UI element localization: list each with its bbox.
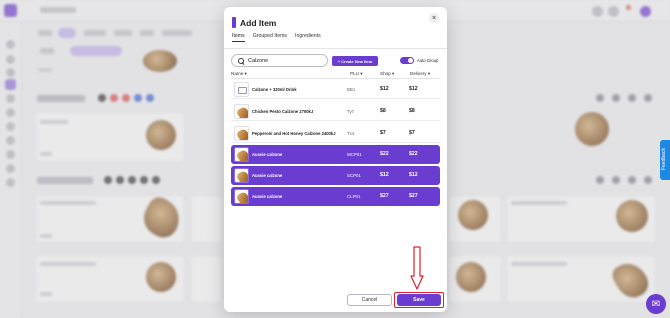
table-row-selected[interactable]: Aussie calzone CLP01 $27 $27 [231, 187, 440, 206]
item-plu: Tx4 [347, 131, 355, 136]
item-name: Aussie calzone [252, 173, 283, 178]
modal-header: Add Item [232, 17, 276, 28]
item-shop-price: $22 [380, 151, 389, 157]
item-shop-price: $27 [380, 193, 389, 199]
item-plu: Ty7 [347, 109, 355, 114]
tab-ingredients[interactable]: Ingredients [295, 33, 321, 42]
chat-icon: ✉ [651, 298, 661, 310]
column-header-plu[interactable]: PLU ▾ [350, 71, 363, 77]
item-shop-price: $7 [380, 130, 386, 136]
create-new-item-button[interactable]: + Create New Item [332, 56, 378, 66]
combo-icon [238, 87, 247, 94]
item-delivery-price: $8 [409, 108, 415, 114]
search-icon [238, 57, 244, 64]
item-name: Aussie calzone [252, 194, 283, 199]
item-plu: MCP01 [347, 152, 362, 157]
item-delivery-price: $7 [409, 130, 415, 136]
close-icon: × [431, 14, 437, 22]
item-delivery-price: $27 [409, 193, 418, 199]
chat-button[interactable]: ✉ [646, 294, 666, 314]
table-row[interactable]: Chicken Pesto Calzone 2700kJ Ty7 $8 $8 [231, 102, 440, 121]
toggle-knob [408, 58, 413, 63]
cancel-button[interactable]: Cancel [347, 294, 392, 306]
auto-group-toggle[interactable] [400, 57, 414, 64]
item-delivery-price: $12 [409, 172, 418, 178]
item-delivery-price: $22 [409, 151, 418, 157]
arrow-down-annotation [410, 246, 424, 290]
item-plu: BB1 [347, 87, 356, 92]
modal-tabs: Items Grouped Items Ingredients [232, 33, 321, 42]
search-box[interactable] [231, 54, 328, 67]
modal-title: Add Item [240, 17, 277, 28]
item-thumbnail [234, 82, 249, 97]
close-button[interactable]: × [429, 13, 439, 23]
column-name-label: Name [231, 71, 244, 76]
header-divider [231, 78, 440, 79]
table-row-selected[interactable]: Aussie calzone SCP01 $12 $12 [231, 166, 440, 185]
tab-items[interactable]: Items [232, 33, 245, 42]
item-name: Aussie calzone [252, 152, 283, 157]
item-plu: CLP01 [347, 194, 361, 199]
item-thumbnail [234, 168, 249, 183]
item-thumbnail [234, 104, 249, 119]
item-thumbnail [234, 147, 249, 162]
item-shop-price: $12 [380, 86, 389, 92]
title-accent-bar [232, 17, 236, 28]
item-name: Calzone + 330ml Drink [252, 87, 297, 92]
column-header-name[interactable]: Name ▾ [231, 71, 247, 77]
tab-grouped-items[interactable]: Grouped Items [253, 33, 287, 42]
table-row[interactable]: Calzone + 330ml Drink BB1 $12 $12 [231, 80, 440, 99]
table-row-selected[interactable]: Aussie calzone MCP01 $22 $22 [231, 145, 440, 164]
table-row[interactable]: Pepperoni and Hot Honey Calzone 2400kJ T… [231, 124, 440, 143]
column-delivery-label: Delivery [410, 71, 427, 76]
item-name: Pepperoni and Hot Honey Calzone 2400kJ [252, 131, 336, 136]
item-plu: SCP01 [347, 173, 361, 178]
column-header-delivery[interactable]: Delivery ▾ [410, 71, 430, 77]
save-button[interactable]: Save [397, 294, 441, 306]
feedback-tab[interactable]: Feedback [660, 140, 670, 180]
item-delivery-price: $12 [409, 86, 418, 92]
column-plu-label: PLU [350, 71, 359, 76]
item-thumbnail [234, 126, 249, 141]
tabs-divider [224, 48, 447, 49]
item-thumbnail [234, 189, 249, 204]
column-shop-label: Shop [380, 71, 391, 76]
search-input[interactable] [248, 57, 318, 64]
item-shop-price: $12 [380, 172, 389, 178]
item-name: Chicken Pesto Calzone 2700kJ [252, 109, 314, 114]
column-header-shop[interactable]: Shop ▾ [380, 71, 394, 77]
auto-group-label: Auto Group [417, 58, 439, 63]
feedback-label: Feedback [661, 148, 667, 170]
item-shop-price: $8 [380, 108, 386, 114]
